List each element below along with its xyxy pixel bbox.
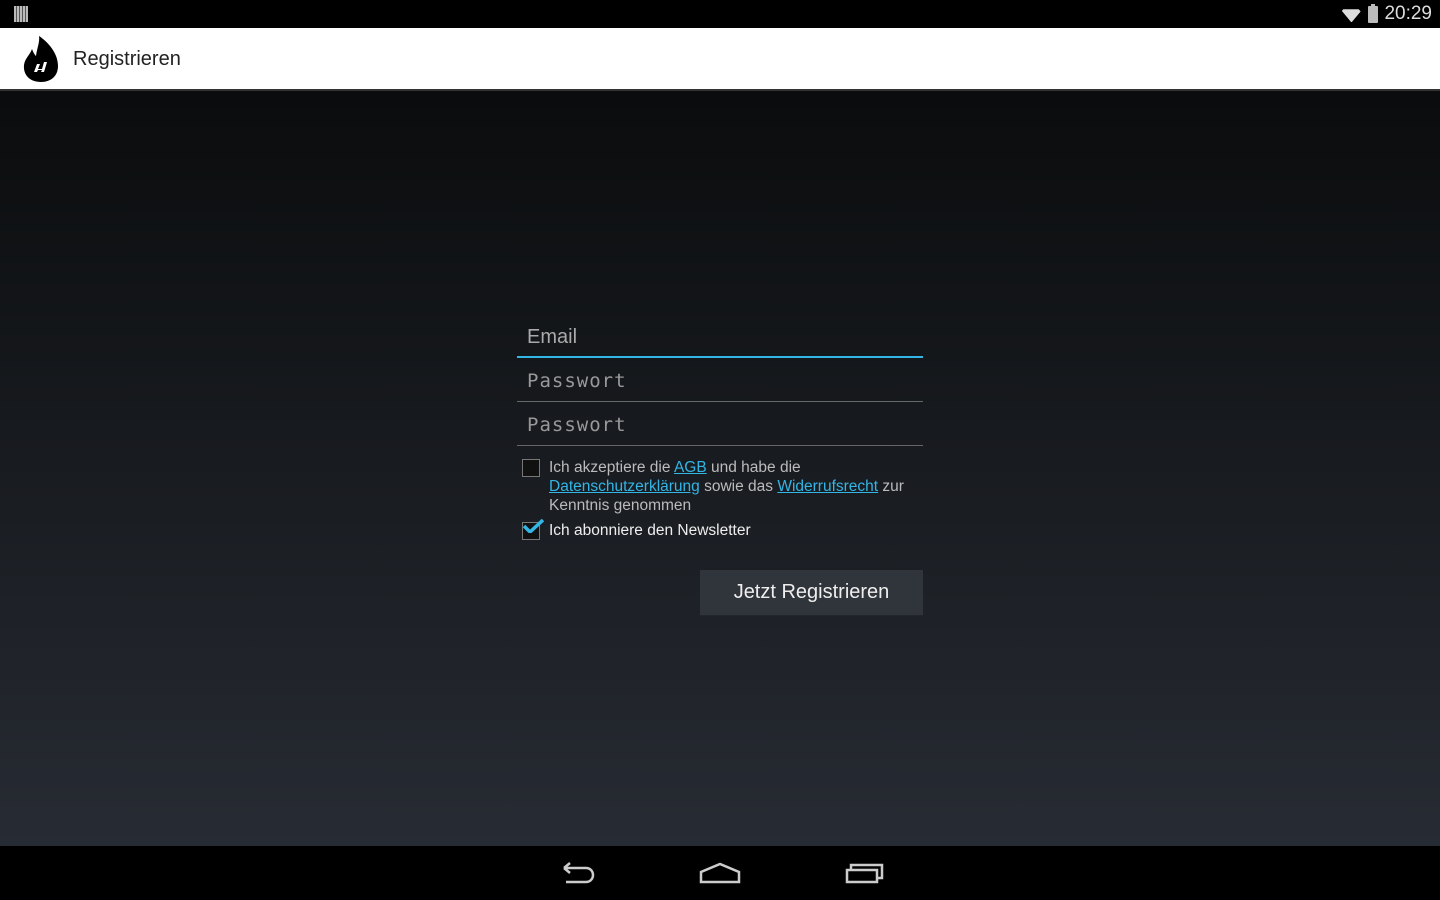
terms-checkbox[interactable] xyxy=(522,459,540,477)
navigation-bar xyxy=(0,846,1440,900)
status-bar: 20:29 xyxy=(0,0,1440,28)
email-input[interactable]: Email xyxy=(517,320,923,358)
password-input[interactable]: Passwort xyxy=(517,364,923,402)
terms-text: und habe die xyxy=(706,459,801,476)
newsletter-checkbox[interactable] xyxy=(522,519,544,540)
flame-logo-icon[interactable] xyxy=(22,36,60,84)
email-placeholder: Email xyxy=(527,326,578,348)
back-icon[interactable] xyxy=(556,860,596,886)
action-bar: Registrieren xyxy=(0,28,1440,91)
terms-label: Ich akzeptiere die AGB und habe die Date… xyxy=(549,458,929,515)
withdrawal-link[interactable]: Widerrufsrecht xyxy=(777,478,878,495)
password-confirm-input[interactable]: Passwort xyxy=(517,408,923,446)
privacy-link[interactable]: Datenschutzerklärung xyxy=(549,478,700,495)
page-title: Registrieren xyxy=(73,48,181,70)
recent-apps-icon[interactable] xyxy=(845,860,885,886)
agb-link[interactable]: AGB xyxy=(674,459,707,476)
terms-text: Ich akzeptiere die xyxy=(549,459,674,476)
wifi-icon xyxy=(1340,6,1362,22)
clock: 20:29 xyxy=(1384,3,1432,24)
home-icon[interactable] xyxy=(698,860,742,886)
newsletter-label: Ich abonniere den Newsletter xyxy=(549,522,751,539)
terms-text: sowie das xyxy=(699,478,778,495)
checkmark-icon xyxy=(522,519,544,533)
battery-icon xyxy=(1368,3,1379,23)
register-button[interactable]: Jetzt Registrieren xyxy=(700,570,923,616)
password-confirm-placeholder: Passwort xyxy=(527,414,627,436)
notification-icon xyxy=(14,6,28,22)
password-placeholder: Passwort xyxy=(527,370,627,392)
